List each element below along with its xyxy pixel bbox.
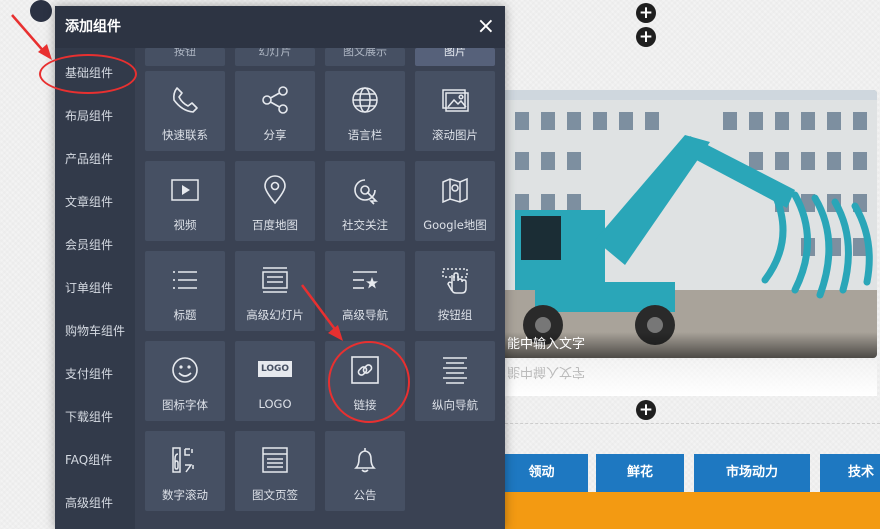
highlight-oval-basic-components — [39, 54, 137, 94]
add-section-button[interactable]: + — [636, 27, 656, 47]
sidebar-item-member[interactable]: 会员组件 — [65, 236, 113, 253]
tile-number-scroll[interactable]: 数字滚动 — [145, 431, 225, 511]
tile-announcement[interactable]: 公告 — [325, 431, 405, 511]
logo-icon: LOGO — [258, 361, 292, 377]
tile-label: 图文页签 — [252, 488, 298, 502]
tile-button[interactable]: 按钮 — [145, 48, 225, 66]
tile-share[interactable]: 分享 — [235, 71, 315, 151]
nav-item[interactable]: 技术 — [820, 454, 880, 492]
tile-label: 标题 — [173, 308, 197, 322]
tile-slideshow[interactable]: 幻灯片 — [235, 48, 315, 66]
tile-label: 幻灯片 — [258, 48, 292, 58]
advanced-slider-icon — [262, 267, 288, 293]
orange-band — [495, 492, 880, 529]
tile-quick-contact[interactable]: 快速联系 — [145, 71, 225, 151]
banner-caption: 能中输入文字 — [495, 332, 877, 358]
number-scroll-icon — [172, 447, 194, 473]
excavator-photo — [495, 90, 877, 358]
phone-icon — [173, 87, 198, 113]
sidebar-item-advanced[interactable]: 高级组件 — [65, 494, 113, 511]
add-section-button[interactable]: + — [636, 400, 656, 420]
smiley-icon — [172, 357, 198, 383]
tile-image-text-tab[interactable]: 图文页签 — [235, 431, 315, 511]
globe-icon — [352, 87, 378, 113]
tile-label: 数字滚动 — [162, 488, 208, 502]
tile-image[interactable]: 图片 — [415, 48, 495, 66]
nav-item[interactable]: 领动 — [495, 454, 588, 492]
tile-label: 高级导航 — [342, 308, 388, 322]
banner-image: 能中输入文字 — [495, 90, 877, 358]
tile-label: LOGO — [258, 397, 292, 411]
banner-reflection: 能中输入文字 — [495, 360, 877, 396]
social-follow-icon — [354, 179, 378, 205]
tile-label: 按钮组 — [437, 308, 473, 322]
tile-heading[interactable]: 标题 — [145, 251, 225, 331]
nav-item[interactable]: 市场动力 — [694, 454, 810, 492]
tile-advanced-nav[interactable]: 高级导航 — [325, 251, 405, 331]
sidebar-item-article[interactable]: 文章组件 — [65, 193, 113, 210]
sidebar-item-payment[interactable]: 支付组件 — [65, 365, 113, 382]
dialog-header: 添加组件 × — [55, 6, 505, 48]
tile-label: 社交关注 — [342, 218, 388, 232]
tile-scroll-image[interactable]: 滚动图片 — [415, 71, 495, 151]
highlight-oval-link-tile — [328, 341, 410, 423]
close-icon[interactable]: × — [477, 6, 495, 48]
sidebar-item-faq[interactable]: FAQ组件 — [65, 451, 112, 468]
tile-image-text[interactable]: 图文展示 — [325, 48, 405, 66]
tile-label: 快速联系 — [162, 128, 208, 142]
button-group-icon — [442, 268, 468, 294]
tile-label: 公告 — [353, 488, 377, 502]
tile-label: 图文展示 — [343, 48, 387, 58]
tile-language-bar[interactable]: 语言栏 — [325, 71, 405, 151]
nav-item[interactable]: 鲜花 — [596, 454, 684, 492]
tile-label: Google地图 — [423, 218, 487, 232]
tile-label: 滚动图片 — [432, 128, 478, 142]
tile-label: 图片 — [444, 48, 466, 58]
tile-button-group[interactable]: 按钮组 — [415, 251, 495, 331]
tile-baidu-map[interactable]: 百度地图 — [235, 161, 315, 241]
tile-label: 分享 — [263, 128, 287, 142]
section-divider — [495, 423, 880, 424]
tile-google-map[interactable]: Google地图 — [415, 161, 495, 241]
tile-label: 图标字体 — [162, 398, 208, 412]
component-grid: 按钮 幻灯片 图文展示 图片 快速联系 分享 语言栏 滚动图片 视频 百度地图 — [135, 48, 505, 529]
tile-social-follow[interactable]: 社交关注 — [325, 161, 405, 241]
component-category-sidebar: 基础组件 布局组件 产品组件 文章组件 会员组件 订单组件 购物车组件 支付组件… — [55, 48, 135, 529]
section-handle-dot — [30, 0, 52, 22]
tile-label: 视频 — [173, 218, 197, 232]
sidebar-item-layout[interactable]: 布局组件 — [65, 107, 113, 124]
tile-advanced-slider[interactable]: 高级幻灯片 — [235, 251, 315, 331]
vertical-nav-icon — [443, 357, 467, 384]
video-icon — [171, 179, 199, 201]
tile-icon-font[interactable]: 图标字体 — [145, 341, 225, 421]
image-text-tab-icon — [262, 447, 288, 473]
tile-label: 按钮 — [174, 48, 196, 58]
tile-vertical-nav[interactable]: 纵向导航 — [415, 341, 495, 421]
sidebar-item-cart[interactable]: 购物车组件 — [65, 322, 125, 339]
bell-icon — [354, 448, 376, 473]
tile-label: 百度地图 — [252, 218, 298, 232]
heading-icon — [173, 271, 197, 289]
scroll-image-icon — [442, 89, 469, 112]
tile-video[interactable]: 视频 — [145, 161, 225, 241]
tile-label: 语言栏 — [347, 128, 383, 142]
reflection-text: 能中输入文字 — [507, 364, 586, 379]
share-icon — [262, 86, 288, 114]
tile-logo[interactable]: LOGO LOGO — [235, 341, 315, 421]
tile-label: 高级幻灯片 — [246, 308, 304, 322]
tile-label: 纵向导航 — [432, 398, 478, 412]
google-map-icon — [442, 177, 468, 204]
sidebar-item-order[interactable]: 订单组件 — [65, 279, 113, 296]
advanced-nav-icon — [353, 271, 378, 289]
sidebar-item-product[interactable]: 产品组件 — [65, 150, 113, 167]
dialog-title: 添加组件 — [65, 19, 121, 35]
map-pin-icon — [264, 175, 286, 205]
sidebar-item-download[interactable]: 下载组件 — [65, 408, 113, 425]
add-section-button[interactable]: + — [636, 3, 656, 23]
